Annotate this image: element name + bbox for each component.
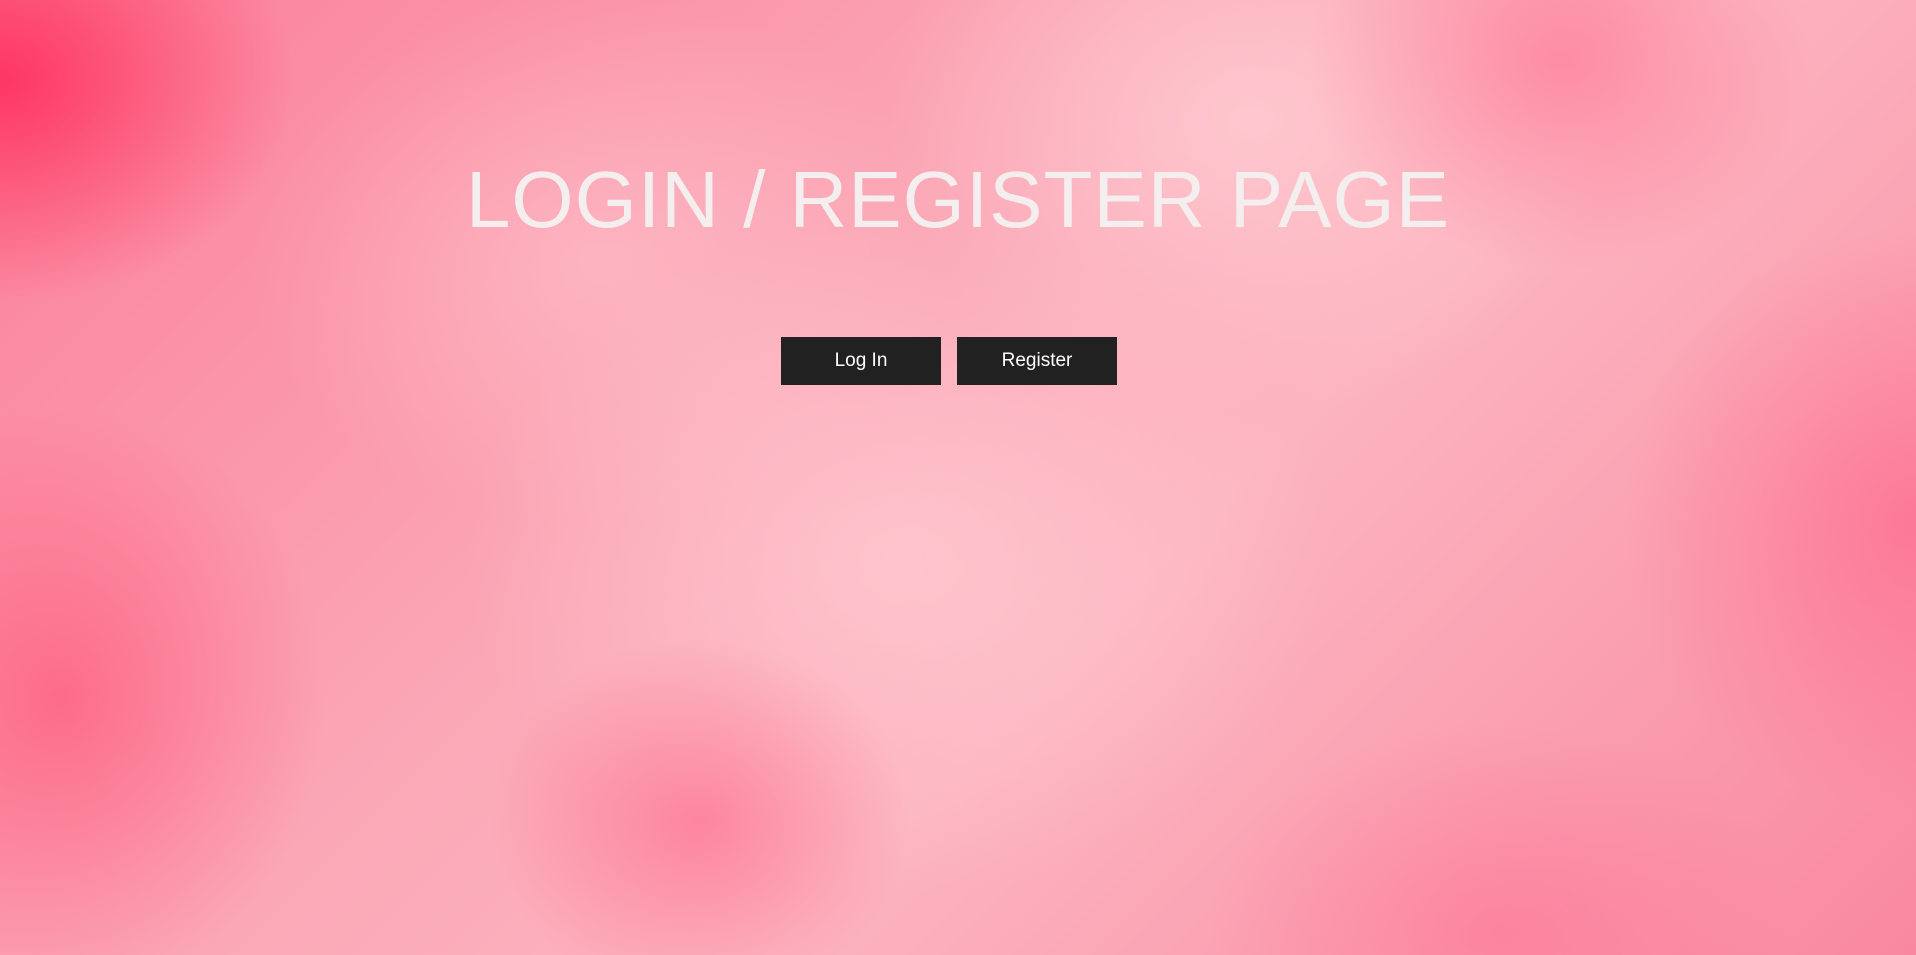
landing-content: LOGIN / REGISTER PAGE Log In Register (0, 0, 1916, 955)
auth-button-group: Log In Register (781, 337, 1117, 385)
login-button[interactable]: Log In (781, 337, 941, 385)
register-button[interactable]: Register (957, 337, 1117, 385)
page-title: LOGIN / REGISTER PAGE (465, 155, 1451, 244)
